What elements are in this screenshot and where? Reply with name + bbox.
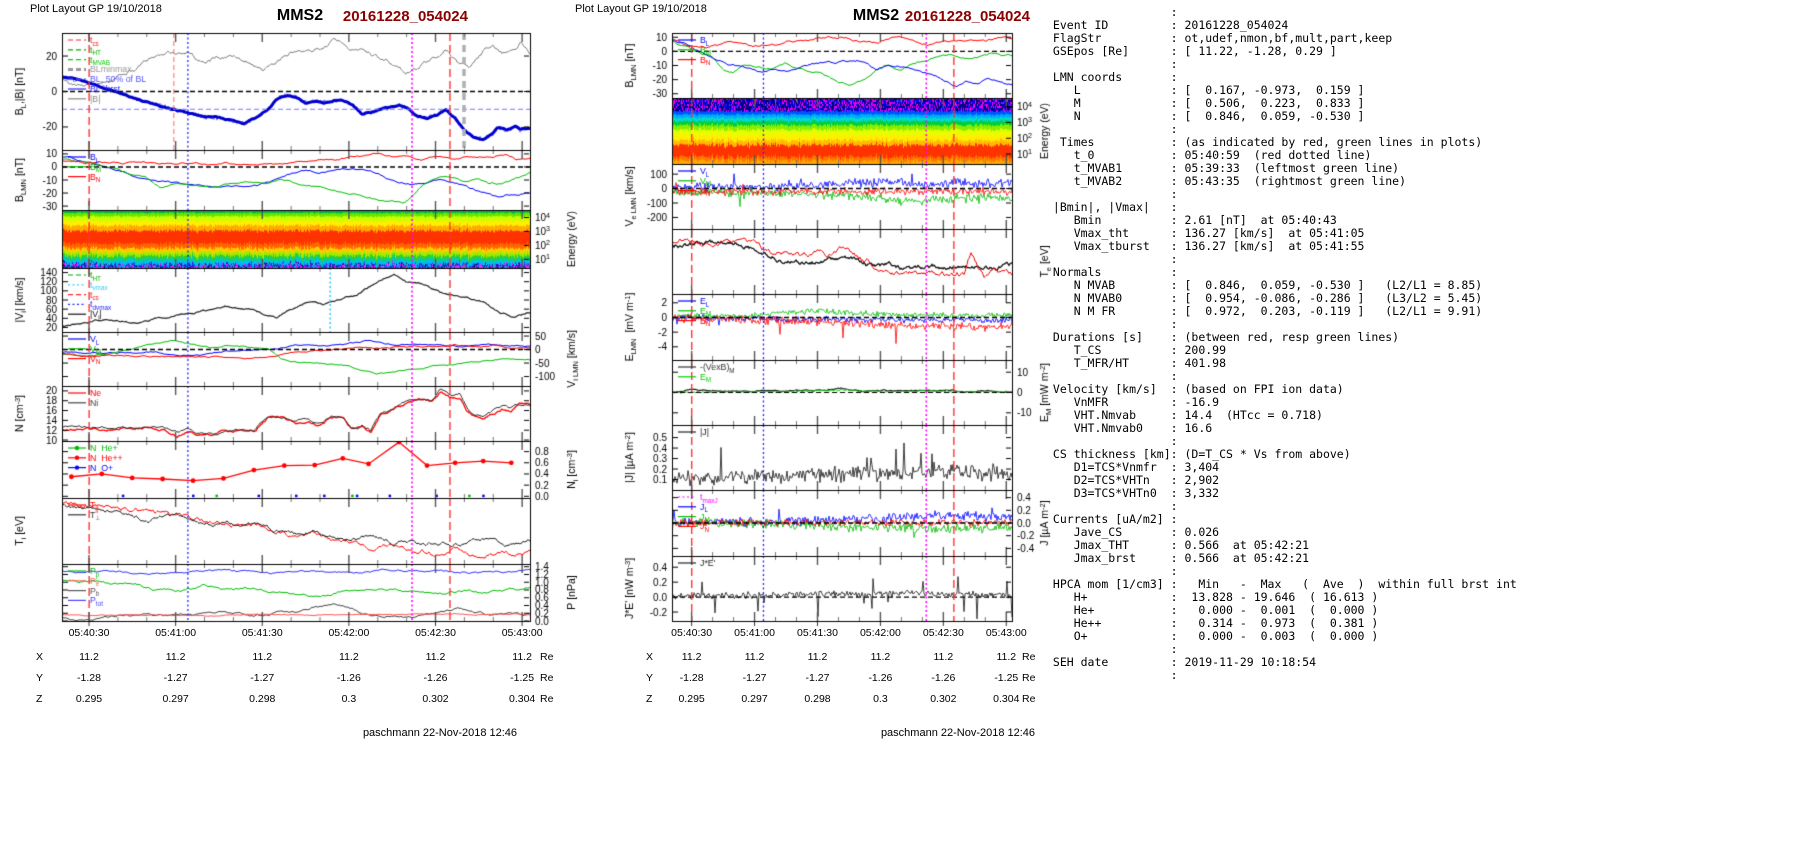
time-tick-label: 05:42:30 bbox=[415, 627, 456, 639]
figure-electron-field-overview: Plot Layout GP 19/10/2018 MMS2 20161228_… bbox=[565, 0, 1065, 841]
position-row-label: X bbox=[646, 651, 654, 663]
time-tick-label: 05:40:30 bbox=[68, 627, 110, 639]
figure-footer: paschmann 22-Nov-2018 12:46 bbox=[880, 727, 1036, 739]
spacecraft-title: MMS2 bbox=[276, 7, 324, 24]
plot-layout-label: Plot Layout GP 19/10/2018 bbox=[575, 3, 707, 15]
position-row-label: Y bbox=[646, 672, 654, 684]
position-value: -1.26 bbox=[423, 672, 448, 684]
position-value: 0.295 bbox=[75, 693, 103, 705]
position-unit: Re bbox=[1022, 693, 1036, 705]
position-value: -1.27 bbox=[742, 672, 767, 684]
plot-layout-label: Plot Layout GP 19/10/2018 bbox=[30, 3, 162, 15]
position-value: 0.298 bbox=[249, 693, 276, 705]
position-row-label: Z bbox=[646, 693, 653, 705]
left-figure-plots-canvas bbox=[0, 0, 600, 640]
position-value: 0.297 bbox=[162, 693, 189, 705]
position-row-label: Y bbox=[36, 672, 44, 684]
position-unit: Re bbox=[1022, 651, 1036, 663]
position-value: 0.302 bbox=[422, 693, 449, 705]
position-value: 11.2 bbox=[681, 651, 702, 663]
position-value: 11.2 bbox=[933, 651, 954, 663]
position-value: -1.28 bbox=[679, 672, 704, 684]
position-value: -1.28 bbox=[77, 672, 101, 684]
event-info-text: : Event ID : 20161228_054024 FlagStr : o… bbox=[1052, 5, 1517, 682]
position-value: 11.2 bbox=[165, 651, 186, 663]
position-row-label: X bbox=[36, 651, 44, 663]
time-tick-label: 05:43:00 bbox=[501, 627, 543, 639]
position-value: 11.2 bbox=[425, 651, 446, 663]
position-value: 11.2 bbox=[339, 651, 359, 663]
position-value: -1.26 bbox=[931, 672, 956, 684]
position-value: 0.3 bbox=[873, 693, 888, 705]
time-tick-label: 05:41:30 bbox=[241, 627, 283, 639]
time-tick-label: 05:42:00 bbox=[859, 627, 901, 639]
position-value: 11.2 bbox=[744, 651, 765, 663]
time-tick-label: 05:42:30 bbox=[922, 627, 964, 639]
position-unit: Re bbox=[540, 693, 554, 705]
position-value: -1.26 bbox=[336, 672, 361, 684]
position-unit: Re bbox=[540, 651, 554, 663]
position-row-label: Z bbox=[36, 693, 43, 705]
position-value: -1.27 bbox=[805, 672, 830, 684]
time-tick-label: 05:42:00 bbox=[328, 627, 370, 639]
event-id-heading: 20161228_054024 bbox=[342, 8, 468, 25]
position-value: -1.27 bbox=[163, 672, 188, 684]
event-info-panel: : Event ID : 20161228_054024 FlagStr : o… bbox=[1040, 2, 1800, 838]
position-value: 0.302 bbox=[930, 693, 957, 705]
position-value: 0.295 bbox=[678, 693, 705, 705]
position-value: 11.2 bbox=[252, 651, 273, 663]
figure-footer: paschmann 22-Nov-2018 12:46 bbox=[362, 727, 518, 739]
position-unit: Re bbox=[1022, 672, 1036, 684]
position-value: 11.2 bbox=[79, 651, 99, 663]
position-value: 11.2 bbox=[870, 651, 891, 663]
middle-figure-plots-canvas bbox=[565, 0, 1065, 640]
time-tick-label: 05:41:30 bbox=[797, 627, 838, 639]
time-tick-label: 05:40:30 bbox=[671, 627, 713, 639]
time-tick-label: 05:41:00 bbox=[155, 627, 197, 639]
position-unit: Re bbox=[540, 672, 554, 684]
position-value: -1.27 bbox=[250, 672, 275, 684]
time-tick-label: 05:43:00 bbox=[985, 627, 1027, 639]
position-value: 0.298 bbox=[804, 693, 831, 705]
position-value: 0.3 bbox=[341, 693, 357, 705]
time-tick-label: 05:41:00 bbox=[734, 627, 775, 639]
position-value: -1.26 bbox=[868, 672, 893, 684]
mms-event-overview-page: Plot Layout GP 19/10/2018 MMS2 20161228_… bbox=[0, 0, 1804, 841]
position-value: 11.2 bbox=[807, 651, 828, 663]
event-id-heading: 20161228_054024 bbox=[904, 8, 1030, 25]
position-value: 0.297 bbox=[741, 693, 768, 705]
figure-ion-overview: Plot Layout GP 19/10/2018 MMS2 20161228_… bbox=[0, 0, 600, 841]
